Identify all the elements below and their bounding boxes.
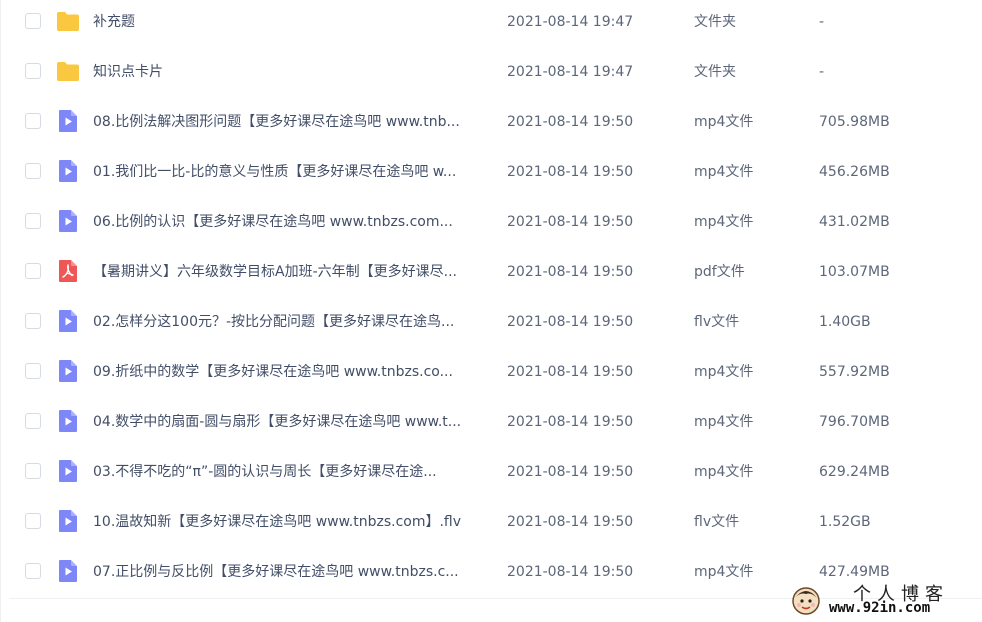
file-modified-date: 2021-08-14 19:50 xyxy=(507,164,634,180)
video-file-icon xyxy=(56,209,80,233)
row-checkbox[interactable] xyxy=(25,363,41,379)
video-file-icon xyxy=(56,309,80,333)
file-row[interactable]: 08.比例法解决图形问题【更多好课尽在途鸟吧 www.tnb... 2021-08… xyxy=(1,100,982,150)
row-checkbox[interactable] xyxy=(25,313,41,329)
file-type: mp4文件 xyxy=(694,364,754,380)
file-size: 1.52GB xyxy=(819,514,871,530)
watermark-url: www.92in.com xyxy=(829,600,931,616)
file-list: 补充题 2021-08-14 19:47 文件夹 - 知识点卡片 2021-08-14 1… xyxy=(1,0,982,600)
row-checkbox[interactable] xyxy=(25,563,41,579)
file-name[interactable]: 08.比例法解决图形问题【更多好课尽在途鸟吧 www.tnb... xyxy=(93,111,489,133)
file-size: 103.07MB xyxy=(819,264,890,280)
file-modified-date: 2021-08-14 19:47 xyxy=(507,14,634,30)
file-name[interactable]: 09.折纸中的数学【更多好课尽在途鸟吧 www.tnbzs.co... xyxy=(93,361,489,383)
file-size: 629.24MB xyxy=(819,464,890,480)
file-row[interactable]: 10.温故知新【更多好课尽在途鸟吧 www.tnbzs.com】.flv 2021… xyxy=(1,500,982,550)
row-checkbox[interactable] xyxy=(25,213,41,229)
row-checkbox[interactable] xyxy=(25,513,41,529)
video-file-icon xyxy=(56,459,80,483)
file-type: mp4文件 xyxy=(694,164,754,180)
file-size: 557.92MB xyxy=(819,364,890,380)
video-file-icon xyxy=(56,509,80,533)
file-size: 431.02MB xyxy=(819,214,890,230)
file-name[interactable]: 07.正比例与反比例【更多好课尽在途鸟吧 www.tnbzs.c... xyxy=(93,561,489,583)
file-type: mp4文件 xyxy=(694,464,754,480)
file-row[interactable]: 02.怎样分这100元？-按比分配问题【更多好课尽在途鸟... 2021-08-1… xyxy=(1,300,982,350)
file-type: mp4文件 xyxy=(694,564,754,580)
file-row[interactable]: 01.我们比一比-比的意义与性质【更多好课尽在途鸟吧 w... 2021-08-1… xyxy=(1,150,982,200)
file-type: mp4文件 xyxy=(694,214,754,230)
row-checkbox[interactable] xyxy=(25,113,41,129)
file-modified-date: 2021-08-14 19:50 xyxy=(507,414,634,430)
file-modified-date: 2021-08-14 19:50 xyxy=(507,314,634,330)
row-checkbox[interactable] xyxy=(25,13,41,29)
file-size: 456.26MB xyxy=(819,164,890,180)
row-checkbox[interactable] xyxy=(25,263,41,279)
file-modified-date: 2021-08-14 19:50 xyxy=(507,514,634,530)
video-file-icon xyxy=(56,409,80,433)
folder-icon xyxy=(56,59,80,83)
file-row[interactable]: 04.数学中的扇面-圆与扇形【更多好课尽在途鸟吧 www.t... 2021-08… xyxy=(1,400,982,450)
file-modified-date: 2021-08-14 19:50 xyxy=(507,264,634,280)
video-file-icon xyxy=(56,159,80,183)
file-name[interactable]: 【暑期讲义】六年级数学目标A加班-六年制【更多好课尽... xyxy=(93,261,489,283)
blog-watermark: 个人博客 www.92in.com xyxy=(791,580,977,618)
file-type: mp4文件 xyxy=(694,114,754,130)
file-modified-date: 2021-08-14 19:47 xyxy=(507,64,634,80)
file-row[interactable]: 知识点卡片 2021-08-14 19:47 文件夹 - xyxy=(1,50,982,100)
file-browser: 补充题 2021-08-14 19:47 文件夹 - 知识点卡片 2021-08-14 1… xyxy=(0,0,982,622)
file-size: 1.40GB xyxy=(819,314,871,330)
file-row[interactable]: 【暑期讲义】六年级数学目标A加班-六年制【更多好课尽... 2021-08-14 … xyxy=(1,250,982,300)
file-size: - xyxy=(819,14,825,30)
file-modified-date: 2021-08-14 19:50 xyxy=(507,214,634,230)
file-type: mp4文件 xyxy=(694,414,754,430)
watermark-avatar-icon xyxy=(791,586,821,616)
video-file-icon xyxy=(56,559,80,583)
file-row[interactable]: 06.比例的认识【更多好课尽在途鸟吧 www.tnbzs.com... 2021-… xyxy=(1,200,982,250)
file-row[interactable]: 03.不得不吃的“π”-圆的认识与周长【更多好课尽在途... 2021-08-14… xyxy=(1,450,982,500)
video-file-icon xyxy=(56,359,80,383)
file-name[interactable]: 10.温故知新【更多好课尽在途鸟吧 www.tnbzs.com】.flv xyxy=(93,511,489,533)
file-modified-date: 2021-08-14 19:50 xyxy=(507,464,634,480)
file-modified-date: 2021-08-14 19:50 xyxy=(507,564,634,580)
row-checkbox[interactable] xyxy=(25,413,41,429)
file-name[interactable]: 补充题 xyxy=(93,11,489,33)
file-type: 文件夹 xyxy=(694,64,736,80)
file-row[interactable]: 补充题 2021-08-14 19:47 文件夹 - xyxy=(1,0,982,50)
file-name[interactable]: 02.怎样分这100元？-按比分配问题【更多好课尽在途鸟... xyxy=(93,311,489,333)
row-checkbox[interactable] xyxy=(25,163,41,179)
pdf-file-icon xyxy=(56,259,80,283)
file-type: flv文件 xyxy=(694,514,740,530)
file-name[interactable]: 04.数学中的扇面-圆与扇形【更多好课尽在途鸟吧 www.t... xyxy=(93,411,489,433)
file-size: - xyxy=(819,64,825,80)
row-checkbox[interactable] xyxy=(25,63,41,79)
file-modified-date: 2021-08-14 19:50 xyxy=(507,364,634,380)
file-row[interactable]: 09.折纸中的数学【更多好课尽在途鸟吧 www.tnbzs.co... 2021-… xyxy=(1,350,982,400)
file-modified-date: 2021-08-14 19:50 xyxy=(507,114,634,130)
file-type: flv文件 xyxy=(694,314,740,330)
file-type: pdf文件 xyxy=(694,264,745,280)
file-name[interactable]: 06.比例的认识【更多好课尽在途鸟吧 www.tnbzs.com... xyxy=(93,211,489,233)
file-type: 文件夹 xyxy=(694,14,736,30)
file-size: 705.98MB xyxy=(819,114,890,130)
row-checkbox[interactable] xyxy=(25,463,41,479)
file-name[interactable]: 01.我们比一比-比的意义与性质【更多好课尽在途鸟吧 w... xyxy=(93,161,489,183)
file-name[interactable]: 03.不得不吃的“π”-圆的认识与周长【更多好课尽在途... xyxy=(93,461,489,483)
folder-icon xyxy=(56,9,80,33)
file-size: 796.70MB xyxy=(819,414,890,430)
video-file-icon xyxy=(56,109,80,133)
file-name[interactable]: 知识点卡片 xyxy=(93,61,489,83)
